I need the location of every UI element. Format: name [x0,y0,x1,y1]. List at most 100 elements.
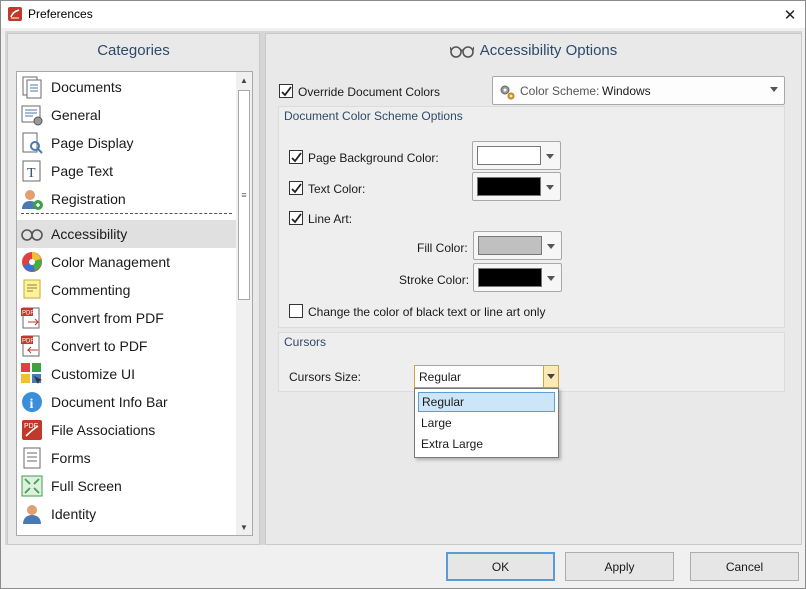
chevron-down-icon [547,276,555,281]
color-scheme-combo[interactable]: Color Scheme: Windows [492,76,785,105]
category-label: Document Info Bar [51,394,168,410]
text-color-checkbox[interactable] [289,181,303,195]
category-label: Convert from PDF [51,310,164,326]
cursors-size-combo[interactable]: Regular [414,365,559,388]
fill-color-button[interactable] [473,231,562,260]
override-colors-checkbox[interactable] [279,84,293,98]
registration-icon [22,190,43,210]
cancel-button[interactable]: Cancel [690,552,799,581]
convert-to-pdf-icon: PDF [21,335,40,357]
identity-icon [23,505,41,524]
category-item-page-text[interactable]: T Page Text [17,157,236,185]
category-item-registration[interactable]: Registration [17,185,236,213]
full-screen-icon [21,475,43,497]
category-label: File Associations [51,422,156,438]
color-scheme-value: Windows [602,84,651,98]
category-label: Full Screen [51,478,122,494]
page-background-swatch [477,146,541,165]
category-label: Page Display [51,135,134,151]
close-icon[interactable]: ✕ [784,6,797,24]
stroke-color-button[interactable] [473,263,562,292]
black-only-label: Change the color of black text or line a… [308,305,546,319]
category-label: Page Text [51,163,114,179]
category-label: Documents [51,79,122,95]
cursors-title: Cursors [284,335,327,349]
title-bar: Preferences ✕ [1,1,805,28]
cursors-size-dropdown[interactable]: Regular Large Extra Large [414,388,559,458]
svg-text:T: T [27,166,36,181]
categories-header: Categories [97,42,170,59]
page-background-checkbox[interactable] [289,150,303,164]
color-scheme-label: Color Scheme: [520,84,600,98]
glasses-icon [21,229,43,241]
text-color-swatch [477,177,541,196]
cursors-size-label: Cursors Size: [289,370,362,384]
chevron-down-icon [546,154,554,159]
scroll-up-button[interactable]: ▲ [236,72,252,88]
text-color-label: Text Color: [308,182,366,196]
category-item-general[interactable]: General [17,101,236,129]
page-display-icon [22,132,43,154]
cursor-size-option[interactable]: Extra Large [418,434,555,454]
category-label: Registration [51,191,126,207]
category-item-documents[interactable]: Documents [17,73,236,101]
category-item-forms[interactable]: Forms [17,444,236,472]
page-background-label: Page Background Color: [308,151,439,165]
category-item-commenting[interactable]: Commenting [17,276,236,304]
checkmark-icon [280,85,292,96]
glasses-icon [449,45,474,58]
category-item-color-management[interactable]: Color Management [17,248,236,276]
accessibility-options-panel: Accessibility Options Override Document … [265,33,802,545]
category-item-identity[interactable]: Identity [17,500,236,528]
pdf-app-icon [7,6,23,22]
cursors-size-value: Regular [419,370,462,384]
category-separator [21,213,232,214]
preferences-dialog: Preferences ✕ Categories Documents Genera… [0,0,806,589]
options-header: Accessibility Options [266,42,801,59]
category-label: Customize UI [51,366,136,382]
customize-ui-icon [21,363,42,384]
category-item-customize-ui[interactable]: Customize UI [17,360,236,388]
commenting-icon [23,279,41,299]
category-label: Accessibility [51,226,128,242]
close-button[interactable]: ✕ [775,1,805,28]
category-item-document-info-bar[interactable]: i Document Info Bar [17,388,236,416]
checkmark-icon [290,182,302,193]
ok-button[interactable]: OK [446,552,555,581]
scroll-thumb[interactable]: ≡ [238,90,250,300]
color-management-icon [22,252,42,272]
gears-icon [500,85,515,100]
categories-panel: Categories Documents General Page Display T… [7,33,260,545]
line-art-label: Line Art: [308,212,353,226]
line-art-checkbox[interactable] [289,211,303,225]
page-background-color-button[interactable] [472,141,561,170]
category-item-file-associations[interactable]: PDF File Associations [17,416,236,444]
window-title: Preferences [28,7,93,21]
black-only-checkbox[interactable] [289,304,303,318]
category-item-accessibility[interactable]: Accessibility [17,220,236,248]
cursor-size-option[interactable]: Large [418,413,555,433]
category-label: Forms [51,450,91,466]
category-label: Identity [51,506,97,522]
chevron-down-icon [770,87,778,92]
text-color-button[interactable] [472,172,561,201]
svg-text:PDF: PDF [22,311,34,317]
categories-scrollbar[interactable]: ▲ ≡ ▼ [236,71,253,536]
info-icon: i [22,392,42,412]
category-item-full-screen[interactable]: Full Screen [17,472,236,500]
forms-icon [23,447,41,469]
page-text-icon: T [22,160,41,182]
cursor-size-option[interactable]: Regular [418,392,555,412]
chevron-down-icon[interactable] [543,366,558,387]
documents-icon [22,76,42,99]
category-item-convert-from-pdf[interactable]: PDF Convert from PDF [17,304,236,332]
convert-from-pdf-icon: PDF [21,307,40,329]
category-item-page-display[interactable]: Page Display [17,129,236,157]
scroll-down-button[interactable]: ▼ [236,519,252,535]
categories-list[interactable]: Documents General Page Display T Page Text Re… [16,71,243,536]
category-label: Convert to PDF [51,338,148,354]
color-scheme-options-title: Document Color Scheme Options [284,109,463,123]
options-title: Accessibility Options [479,42,618,59]
apply-button[interactable]: Apply [565,552,674,581]
category-item-convert-to-pdf[interactable]: PDF Convert to PDF [17,332,236,360]
